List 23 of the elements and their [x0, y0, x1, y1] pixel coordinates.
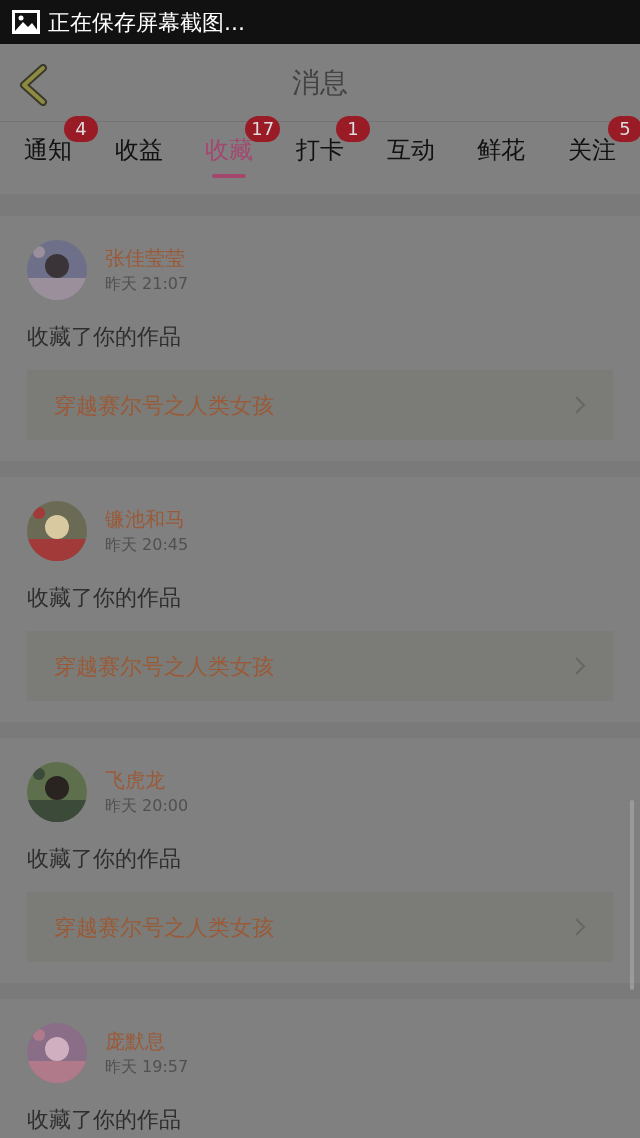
- tab[interactable]: 互动: [386, 134, 435, 166]
- count-badge: 5: [607, 116, 640, 142]
- back-icon[interactable]: [18, 64, 48, 106]
- count-badge: 1: [335, 116, 370, 142]
- action-text: 收藏了你的作品: [27, 845, 182, 873]
- count-badge: 4: [64, 116, 98, 142]
- status-text: 正在保存屏幕截图...: [48, 8, 245, 37]
- tab-underline: [212, 174, 247, 178]
- user-name[interactable]: 庞默息: [105, 1027, 189, 1055]
- action-text: 收藏了你的作品: [27, 323, 182, 351]
- image-icon: [12, 10, 40, 34]
- work-link[interactable]: 穿越赛尔号之人类女孩: [27, 370, 613, 440]
- action-text: 收藏了你的作品: [27, 1106, 182, 1134]
- tab[interactable]: 鲜花: [477, 134, 526, 166]
- user-name[interactable]: 飞虎龙: [105, 766, 189, 794]
- tab[interactable]: 收益: [114, 134, 163, 166]
- user-name[interactable]: 张佳莹莹: [105, 244, 189, 272]
- action-text: 收藏了你的作品: [27, 584, 182, 612]
- page-title: 消息: [292, 64, 348, 101]
- work-link[interactable]: 穿越赛尔号之人类女孩: [27, 631, 613, 701]
- user-name[interactable]: 镰池和马: [105, 505, 189, 533]
- count-badge: 17: [245, 116, 281, 142]
- work-link[interactable]: 穿越赛尔号之人类女孩: [27, 892, 613, 962]
